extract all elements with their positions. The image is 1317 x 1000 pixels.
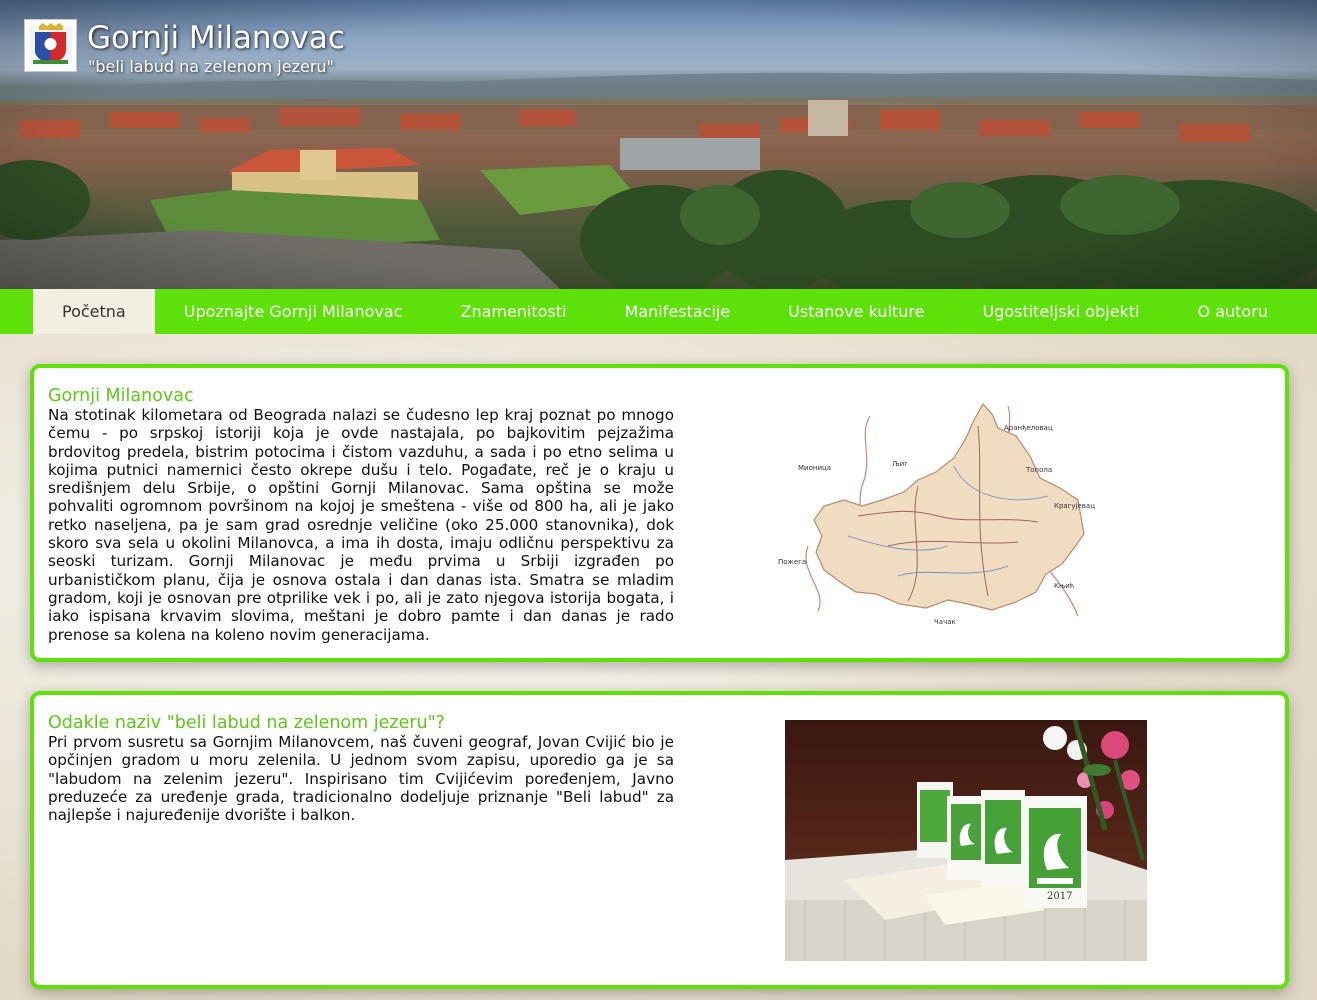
beli-labud-section-card: Odakle naziv "beli labud na zelenom jeze… [30,691,1289,989]
section-title: Odakle naziv "beli labud na zelenom jeze… [48,713,445,733]
nav-item-o-autoru[interactable]: O autoru [1169,289,1297,334]
coat-of-arms-logo[interactable] [24,19,77,72]
section-title: Gornji Milanovac [48,386,194,406]
nav-item-pocetna[interactable]: Početna [33,289,155,334]
nav-item-manifestacije[interactable]: Manifestacije [596,289,760,334]
map-label-arandjelovac: Аранђеловац [1004,424,1053,432]
map-label-kragujevac: Крагујевац [1054,502,1095,510]
map-label-topola: Топола [1025,466,1052,474]
main-navigation: Početna Upoznajte Gornji Milanovac Zname… [0,289,1317,334]
map-label-ljig: Љиг [892,460,908,468]
municipality-map-image: Аранђеловац Мионица Љиг Топола Крагујева… [778,396,1104,626]
header-banner: Gornji Milanovac "beli labud na zelenom … [0,0,1317,289]
beli-labud-award-photo: 2017 [785,720,1147,961]
site-subtitle: "beli labud na zelenom jezeru" [88,57,334,76]
award-year: 2017 [1047,891,1072,902]
coat-of-arms-icon [29,23,72,64]
nav-item-ugostiteljski-objekti[interactable]: Ugostiteljski objekti [953,289,1168,334]
intro-section-card: Gornji Milanovac Na stotinak kilometara … [30,364,1289,662]
map-label-cacak: Чачак [934,618,956,626]
nav-item-znamenitosti[interactable]: Znamenitosti [431,289,595,334]
nav-item-upoznajte[interactable]: Upoznajte Gornji Milanovac [155,289,432,334]
section-text: Pri prvom susretu sa Gornjim Milanovcem,… [48,733,674,825]
map-label-pozega: Пожега [778,558,806,566]
site-title: Gornji Milanovac [87,20,345,56]
map-label-knic: Књић [1054,582,1074,590]
section-text: Na stotinak kilometara od Beograda nalaz… [48,406,674,644]
map-label-mionica: Мионица [798,464,831,472]
nav-item-ustanove-kulture[interactable]: Ustanove kulture [759,289,953,334]
